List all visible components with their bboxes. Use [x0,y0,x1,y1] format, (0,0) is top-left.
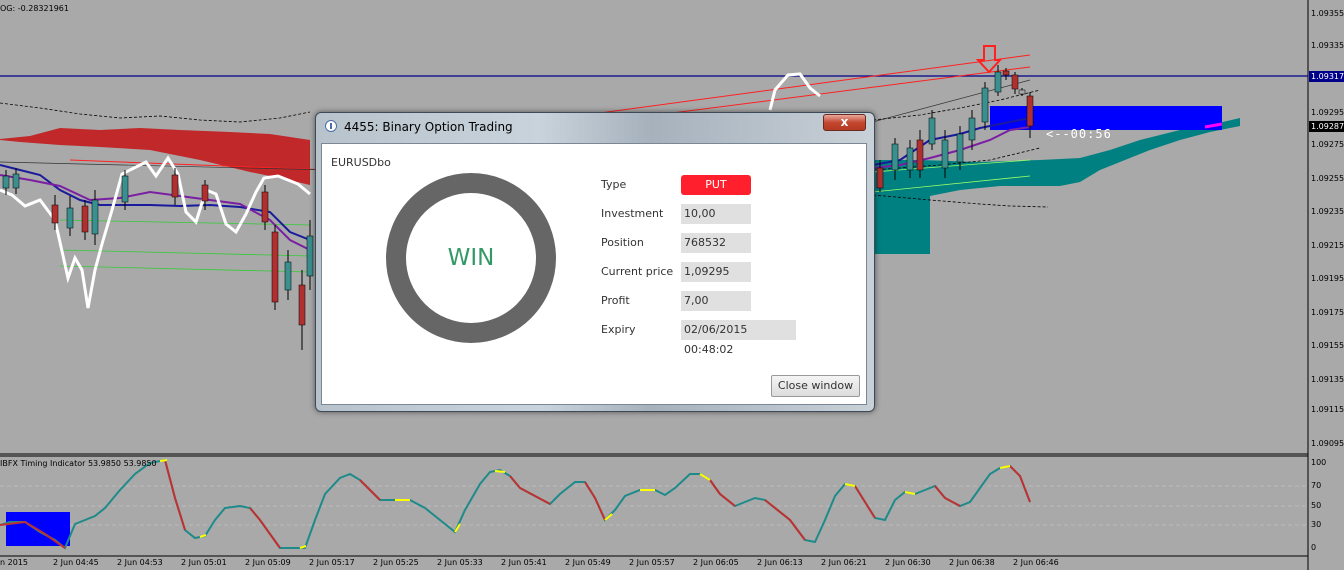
current-price-label: Current price [601,265,674,278]
position-value: 768532 [681,233,751,253]
price-axis-label: 1.09175 [1311,308,1344,317]
time-axis-label: 2 Jun 04:53 [117,558,163,567]
price-axis-label: 1.09275 [1311,140,1344,149]
price-axis-label: 1.09335 [1311,41,1344,50]
candle-countdown: <--00:56 [1046,127,1112,141]
time-axis-label: 2 Jun 05:41 [501,558,547,567]
time-axis-label: 2 Jun 05:09 [245,558,291,567]
expiry-value: 02/06/2015 00:48:02 [681,320,796,356]
type-label: Type [601,178,627,191]
info-icon [325,120,337,132]
time-axis-label: 2 Jun 05:17 [309,558,355,567]
price-axis-label: 1.09115 [1311,405,1344,414]
top-indicator-value: OG: -0.28321961 [0,4,69,13]
time-axis-label: 2 Jun 05:49 [565,558,611,567]
indicator-axis-label: 0 [1311,543,1317,552]
type-value: PUT [681,175,751,195]
time-axis-label: n 2015 [0,558,28,567]
time-axis-label: 2 Jun 05:25 [373,558,419,567]
dialog-content: EURUSDbo WIN Type PUT Investment 10,00 P… [321,143,867,405]
timing-indicator-line [0,458,1031,550]
time-axis-label: 2 Jun 06:21 [821,558,867,567]
price-axis-label: 1.09255 [1311,174,1344,183]
price-axis-label: 1.09235 [1311,207,1344,216]
indicator-axis-label: 30 [1311,520,1322,529]
sell-arrow-icon [975,45,1003,74]
investment-label: Investment [601,207,664,220]
candles-left [2,168,314,350]
profit-value: 7,00 [681,291,751,311]
close-window-button[interactable]: Close window [771,375,860,397]
price-axis-label: 1.09195 [1311,274,1344,283]
time-axis-label: 2 Jun 06:13 [757,558,803,567]
time-axis-label: 2 Jun 04:45 [53,558,99,567]
indicator-label: IBFX Timing Indicator 53.9850 53.9850 [0,459,157,468]
time-axis-label: 2 Jun 06:05 [693,558,739,567]
binary-option-dialog[interactable]: 4455: Binary Option Trading x EURUSDbo W… [315,112,875,412]
time-axis-label: 2 Jun 06:30 [885,558,931,567]
indicator-axis-label: 70 [1311,481,1322,490]
time-axis-label: 2 Jun 06:38 [949,558,995,567]
current-price-tag: 1.09287 [1309,121,1344,132]
price-axis-label: 1.09295 [1311,108,1344,117]
close-button[interactable]: x [823,114,866,131]
time-axis-label: 2 Jun 06:46 [1013,558,1059,567]
expiry-label: Expiry [601,323,636,336]
line-price-tag: 1.09317 [1309,71,1344,82]
investment-value: 10,00 [681,204,751,224]
price-axis-label: 1.09095 [1311,439,1344,448]
symbol-label: EURUSDbo [331,156,391,169]
price-axis-label: 1.09215 [1311,241,1344,250]
indicator-axis-label: 50 [1311,501,1322,510]
dialog-title: 4455: Binary Option Trading [344,120,513,134]
dialog-titlebar[interactable]: 4455: Binary Option Trading x [316,113,874,141]
time-axis-label: 2 Jun 05:01 [181,558,227,567]
price-axis-label: 1.09135 [1311,375,1344,384]
position-label: Position [601,236,644,249]
current-price-value: 1,09295 [681,262,751,282]
price-axis-label: 1.09355 [1311,9,1344,18]
profit-label: Profit [601,294,630,307]
indicator-axis-label: 100 [1311,458,1327,467]
time-axis-label: 2 Jun 05:57 [629,558,675,567]
price-axis-label: 1.09155 [1311,341,1344,350]
result-text: WIN [447,245,495,271]
time-axis-label: 2 Jun 05:33 [437,558,483,567]
